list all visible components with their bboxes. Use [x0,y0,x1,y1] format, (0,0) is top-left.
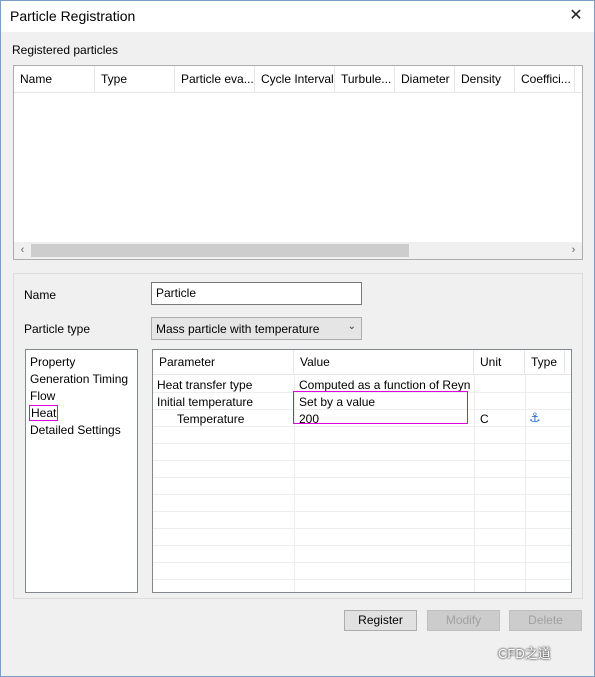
grid-row-line [153,511,571,512]
grid-cell-unit[interactable]: C [480,412,520,426]
grid-row-line [153,477,571,478]
grid-row-line [153,392,571,393]
close-icon[interactable]: ✕ [566,6,586,26]
nav-item-property[interactable]: Property [30,355,75,369]
registered-particles-label: Registered particles [12,43,119,57]
grid-row-line [153,562,571,563]
name-input[interactable]: Particle [151,282,362,305]
grid-header-unit[interactable]: Unit [474,350,525,375]
modify-button[interactable]: Modify [427,610,500,631]
nav-item-detailed-settings[interactable]: Detailed Settings [30,423,121,437]
particle-type-value: Mass particle with temperature [156,322,320,336]
chevron-down-icon: ⌄ [347,321,356,332]
grid-header: Parameter Value Unit Type [153,350,571,375]
column-header-particle-evaluation[interactable]: Particle eva... [175,66,255,93]
watermark-text: CFD之道 [498,646,551,661]
scroll-left-icon[interactable]: ‹ [14,242,31,259]
window-title: Particle Registration [10,8,136,24]
grid-header-value[interactable]: Value [294,350,474,375]
particle-registration-dialog: Particle Registration ✕ Registered parti… [0,0,595,677]
list-header: Name Type Particle eva... Cycle Interval… [14,66,582,93]
scroll-thumb[interactable] [31,244,409,257]
grid-cell-parameter[interactable]: Initial temperature [157,395,292,409]
grid-row-line [153,545,571,546]
nav-item-flow[interactable]: Flow [30,389,55,403]
column-header-turbulence[interactable]: Turbule... [335,66,395,93]
column-header-cycle-interval[interactable]: Cycle Interval [255,66,335,93]
settings-category-list[interactable]: Property Generation Timing Flow Heat Det… [25,349,138,593]
grid-cell-value[interactable]: Set by a value [299,395,471,409]
column-header-type[interactable]: Type [95,66,175,93]
grid-cell-value[interactable]: Computed as a function of Reyn... [299,378,471,392]
column-header-diameter[interactable]: Diameter [395,66,455,93]
parameter-grid[interactable]: Parameter Value Unit Type Heat transfer … [152,349,572,593]
scroll-right-icon[interactable]: › [565,242,582,259]
anchor-icon[interactable]: ⚓ [529,410,549,426]
column-header-name[interactable]: Name [14,66,95,93]
grid-cell-parameter[interactable]: Heat transfer type [157,378,292,392]
nav-item-generation-timing[interactable]: Generation Timing [30,372,128,386]
grid-divider [474,375,475,592]
particle-type-label: Particle type [24,322,91,336]
grid-row-line [153,528,571,529]
particle-type-select[interactable]: Mass particle with temperature ⌄ [151,317,362,340]
column-header-coefficient[interactable]: Coeffici... [515,66,575,93]
title-bar: Particle Registration ✕ [1,1,594,32]
grid-row-line [153,426,571,427]
column-header-density[interactable]: Density [455,66,515,93]
grid-row-line [153,494,571,495]
registered-particles-list[interactable]: Name Type Particle eva... Cycle Interval… [13,65,583,260]
grid-row-line [153,579,571,580]
grid-header-parameter[interactable]: Parameter [153,350,294,375]
nav-item-heat[interactable]: Heat [29,405,59,421]
register-button[interactable]: Register [344,610,417,631]
grid-divider [525,375,526,592]
name-label: Name [24,288,57,302]
grid-row-line [153,443,571,444]
horizontal-scrollbar[interactable]: ‹ › [14,242,582,259]
grid-cell-parameter[interactable]: Temperature [177,412,292,426]
delete-button[interactable]: Delete [509,610,582,631]
grid-row-line [153,460,571,461]
grid-row-line [153,409,571,410]
grid-divider [294,375,295,592]
grid-cell-value[interactable]: 200 [299,412,471,426]
grid-header-type[interactable]: Type [525,350,565,375]
